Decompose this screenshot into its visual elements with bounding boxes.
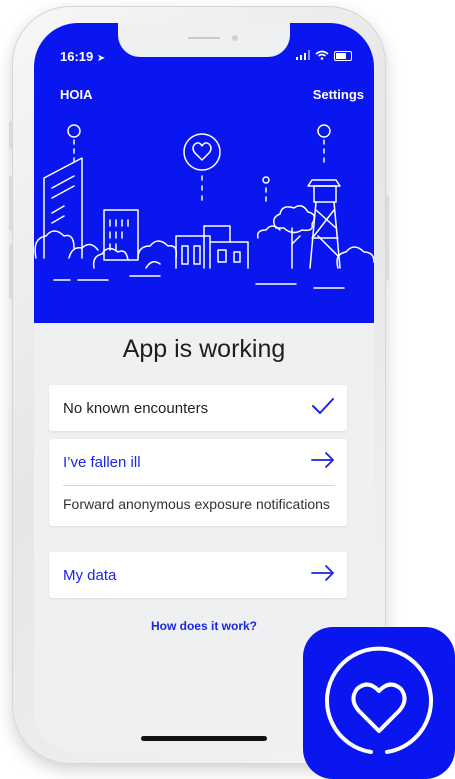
status-time: 16:19 ➤	[60, 49, 106, 64]
my-data-label: My data	[63, 566, 117, 584]
fallen-ill-card[interactable]: I’ve fallen ill Forward anonymous exposu…	[49, 439, 347, 526]
encounters-card: No known encounters	[49, 385, 347, 431]
power-button	[386, 196, 389, 281]
my-data-card[interactable]: My data	[49, 552, 347, 598]
mute-switch	[9, 121, 12, 149]
fallen-ill-button[interactable]: I’ve fallen ill	[49, 439, 347, 485]
home-indicator[interactable]	[141, 736, 267, 741]
encounters-text: No known encounters	[63, 399, 209, 417]
notch	[118, 23, 290, 57]
my-data-button[interactable]: My data	[49, 552, 347, 598]
forward-description: Forward anonymous exposure notifications	[63, 496, 330, 512]
city-illustration	[34, 124, 374, 289]
signal-icon	[296, 49, 310, 63]
volume-up-button	[9, 176, 12, 231]
settings-link[interactable]: Settings	[313, 87, 364, 102]
app-icon	[303, 627, 455, 779]
status-icons	[296, 49, 352, 63]
location-arrow-icon: ➤	[96, 53, 106, 64]
app-title: HOIA	[60, 87, 93, 102]
arrow-right-icon	[311, 451, 335, 473]
status-headline: App is working	[122, 335, 286, 363]
arrow-right-icon	[311, 564, 335, 586]
battery-icon	[334, 51, 352, 61]
check-icon	[311, 397, 335, 420]
wifi-icon	[315, 49, 329, 63]
fallen-ill-label: I’ve fallen ill	[63, 453, 141, 471]
marketing-stage: 16:19 ➤ HOIA Settings App is working No …	[0, 0, 455, 779]
volume-down-button	[9, 244, 12, 299]
heart-icon	[351, 682, 407, 733]
